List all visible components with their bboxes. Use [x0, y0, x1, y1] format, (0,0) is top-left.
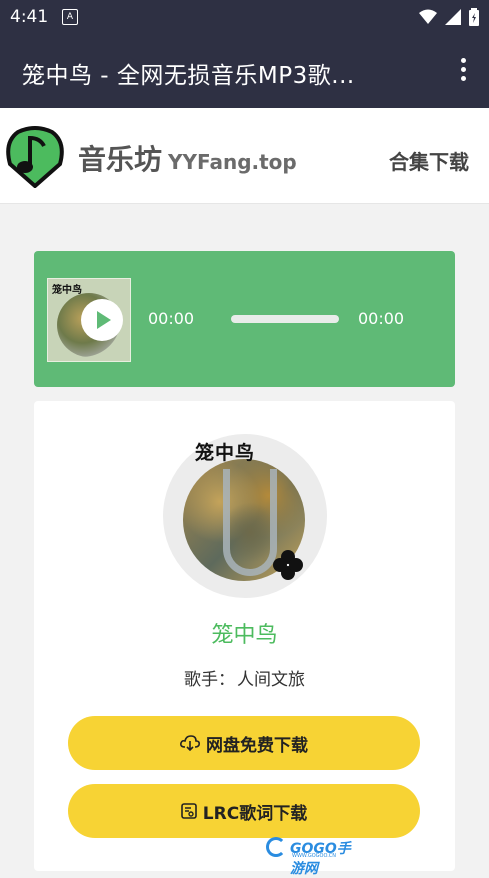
- brand-domain: YYFang.top: [168, 150, 297, 174]
- progress-bar[interactable]: [231, 315, 339, 323]
- cloud-download-icon: [180, 735, 200, 751]
- status-bar: 4:41 A: [0, 0, 489, 34]
- watermark-logo: GOGO手游网 WWW.GOGOO.CN: [264, 836, 362, 877]
- album-cover-label: 笼中鸟: [195, 442, 256, 464]
- cloud-download-button[interactable]: 网盘免费下载: [68, 716, 420, 770]
- site-brand[interactable]: 音乐坊 YYFang.top: [78, 138, 297, 178]
- end-time: 00:00: [358, 309, 405, 328]
- cloud-download-label: 网盘免费下载: [206, 735, 308, 756]
- system-icons: [419, 8, 479, 26]
- artist-name: 人间文旅: [237, 670, 305, 690]
- wifi-icon: [419, 9, 437, 24]
- collection-download-link[interactable]: 合集下载: [389, 146, 469, 175]
- album-cover: 笼中鸟: [163, 434, 327, 598]
- clover-icon: [273, 550, 303, 580]
- play-icon[interactable]: [81, 299, 123, 341]
- music-note-logo-icon[interactable]: [6, 122, 64, 188]
- battery-icon: [469, 8, 479, 26]
- watermark-sub: WWW.GOGOO.CN: [292, 853, 337, 859]
- artist-label: 歌手：: [184, 670, 235, 690]
- lyrics-icon: [180, 803, 197, 819]
- song-card: 笼中鸟 笼中鸟 歌手： 人间文旅 网盘免费下载 LRC歌词下载: [34, 401, 455, 871]
- app-bar: 笼中鸟 - 全网无损音乐MP3歌...: [0, 34, 489, 108]
- audio-player: 笼中鸟 00:00 00:00: [34, 251, 455, 387]
- lrc-download-label: LRC歌词下载: [202, 803, 308, 824]
- player-cover: 笼中鸟: [47, 278, 131, 362]
- signal-icon: [445, 9, 461, 25]
- player-cover-label: 笼中鸟: [52, 285, 82, 296]
- artist-line: 歌手： 人间文旅: [34, 665, 455, 690]
- site-header: 音乐坊 YYFang.top 合集下载: [0, 108, 489, 203]
- notification-a-icon: A: [62, 9, 78, 25]
- brand-name: 音乐坊: [78, 143, 163, 176]
- current-time: 00:00: [148, 309, 195, 328]
- app-bar-title: 笼中鸟 - 全网无损音乐MP3歌...: [22, 63, 355, 89]
- song-title: 笼中鸟: [211, 623, 278, 648]
- more-vert-icon[interactable]: [461, 58, 467, 82]
- status-time: 4:41: [10, 7, 49, 27]
- lrc-download-button[interactable]: LRC歌词下载: [68, 784, 420, 838]
